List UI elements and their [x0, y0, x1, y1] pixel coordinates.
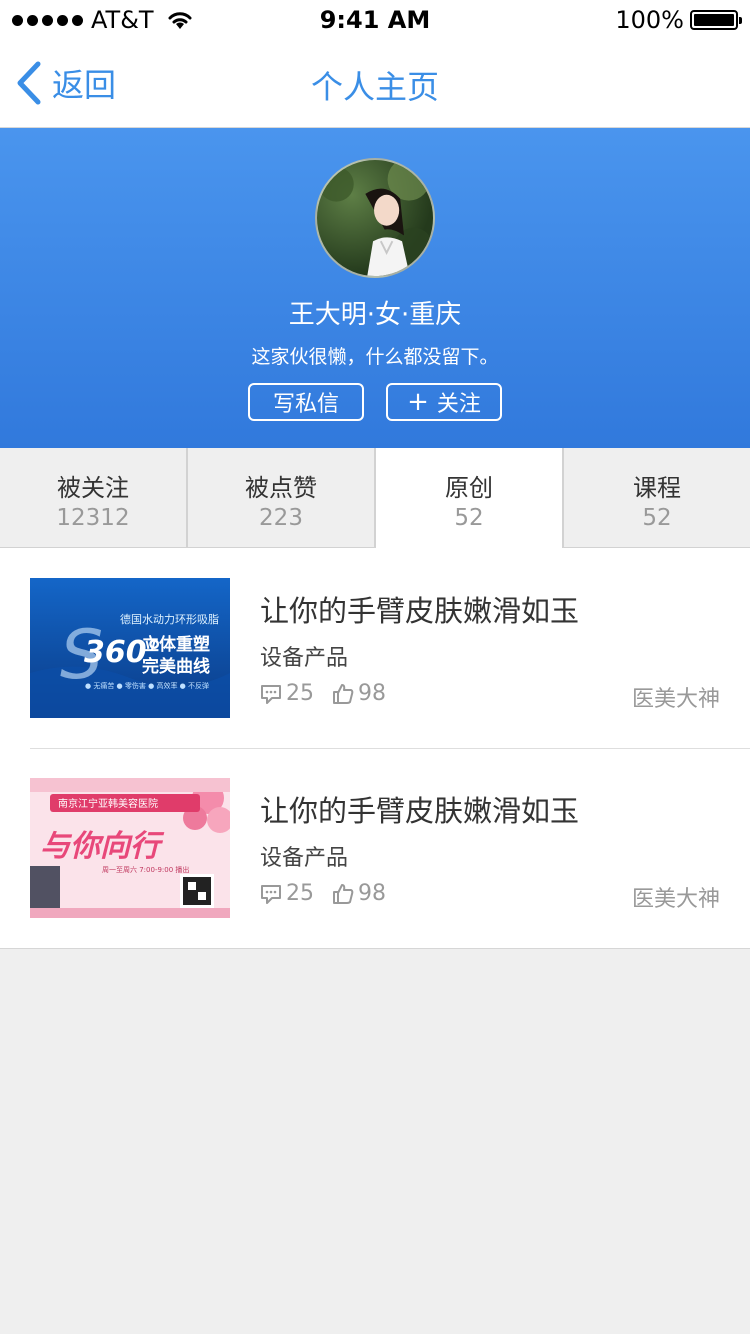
thumbs-up-icon	[333, 683, 354, 704]
comment-icon	[261, 684, 281, 704]
stat-value: 12312	[56, 505, 130, 531]
like-count[interactable]: 98	[332, 681, 386, 706]
follow-button-label: 关注	[436, 392, 481, 417]
battery-percent: 100%	[615, 6, 684, 34]
stat-label: 被关注	[57, 474, 129, 502]
back-button[interactable]: 返回	[14, 60, 116, 106]
stat-label: 被点赞	[245, 474, 317, 502]
thumb-header: 南京江宁亚韩美容医院	[58, 797, 158, 810]
tab-followers[interactable]: 被关注 12312	[0, 448, 188, 548]
thumb-line3: 完美曲线	[142, 656, 210, 677]
stat-value: 52	[454, 505, 484, 531]
post-title: 让你的手臂皮肤嫩滑如玉	[260, 594, 580, 628]
thumb-tags: ● 无痛苦 ● 零伤害 ● 高效率 ● 不反弹	[85, 681, 209, 690]
post-list: S 德国水动力环形吸脂 360° 立体重塑 完美曲线 ● 无痛苦 ● 零伤害 ●…	[0, 548, 750, 949]
avatar-image	[318, 160, 433, 276]
nav-bar: 返回 个人主页	[0, 40, 750, 128]
list-item[interactable]: S 德国水动力环形吸脂 360° 立体重塑 完美曲线 ● 无痛苦 ● 零伤害 ●…	[0, 548, 750, 748]
status-bar: AT&T 9:41 AM 100%	[0, 0, 750, 40]
stat-label: 课程	[633, 474, 681, 502]
chevron-left-icon	[17, 61, 41, 105]
message-button[interactable]: 写私信	[248, 383, 364, 421]
comment-count[interactable]: 25	[260, 681, 314, 706]
post-category: 设备产品	[260, 646, 349, 671]
thumb-line2: 立体重塑	[142, 634, 210, 655]
tab-likes[interactable]: 被点赞 223	[188, 448, 376, 548]
stat-value: 223	[259, 505, 303, 531]
post-thumbnail: 南京江宁亚韩美容医院 与你向行 周一至周六 7:00-9:00 播出	[30, 778, 230, 918]
battery-icon	[690, 10, 742, 30]
profile-name: 王大明·女·重庆	[288, 300, 462, 330]
back-label: 返回	[52, 66, 117, 104]
post-author[interactable]: 医美大神	[632, 681, 720, 713]
like-count-value: 98	[358, 881, 386, 906]
post-category: 设备产品	[260, 846, 349, 871]
comment-icon	[261, 884, 281, 904]
profile-bio: 这家伙很懒，什么都没留下。	[251, 346, 499, 368]
post-title: 让你的手臂皮肤嫩滑如玉	[260, 794, 580, 828]
stat-label: 原创	[445, 474, 493, 502]
thumb-time: 周一至周六 7:00-9:00 播出	[102, 865, 189, 874]
post-author[interactable]: 医美大神	[632, 881, 720, 913]
plus-icon: +	[407, 387, 429, 417]
tab-original[interactable]: 原创 52	[376, 448, 564, 548]
list-item[interactable]: 南京江宁亚韩美容医院 与你向行 周一至周六 7:00-9:00 播出 让你的手臂…	[0, 748, 750, 948]
follow-button[interactable]: + 关注	[386, 383, 502, 421]
thumb-line1: 德国水动力环形吸脂	[120, 612, 219, 626]
stat-value: 52	[642, 505, 672, 531]
tab-courses[interactable]: 课程 52	[564, 448, 750, 548]
comment-count-value: 25	[286, 881, 314, 906]
avatar[interactable]	[315, 158, 435, 278]
comment-count[interactable]: 25	[260, 881, 314, 906]
comment-count-value: 25	[286, 681, 314, 706]
message-button-label: 写私信	[272, 392, 339, 417]
stats-tabs: 被关注 12312 被点赞 223 原创 52 课程 52	[0, 448, 750, 548]
like-count[interactable]: 98	[332, 881, 386, 906]
thumbs-up-icon	[333, 883, 354, 904]
post-thumbnail: S 德国水动力环形吸脂 360° 立体重塑 完美曲线 ● 无痛苦 ● 零伤害 ●…	[30, 578, 230, 718]
like-count-value: 98	[358, 681, 386, 706]
profile-header: 王大明·女·重庆 这家伙很懒，什么都没留下。 写私信 + 关注	[0, 128, 750, 448]
thumb-big: 与你向行	[40, 829, 165, 864]
